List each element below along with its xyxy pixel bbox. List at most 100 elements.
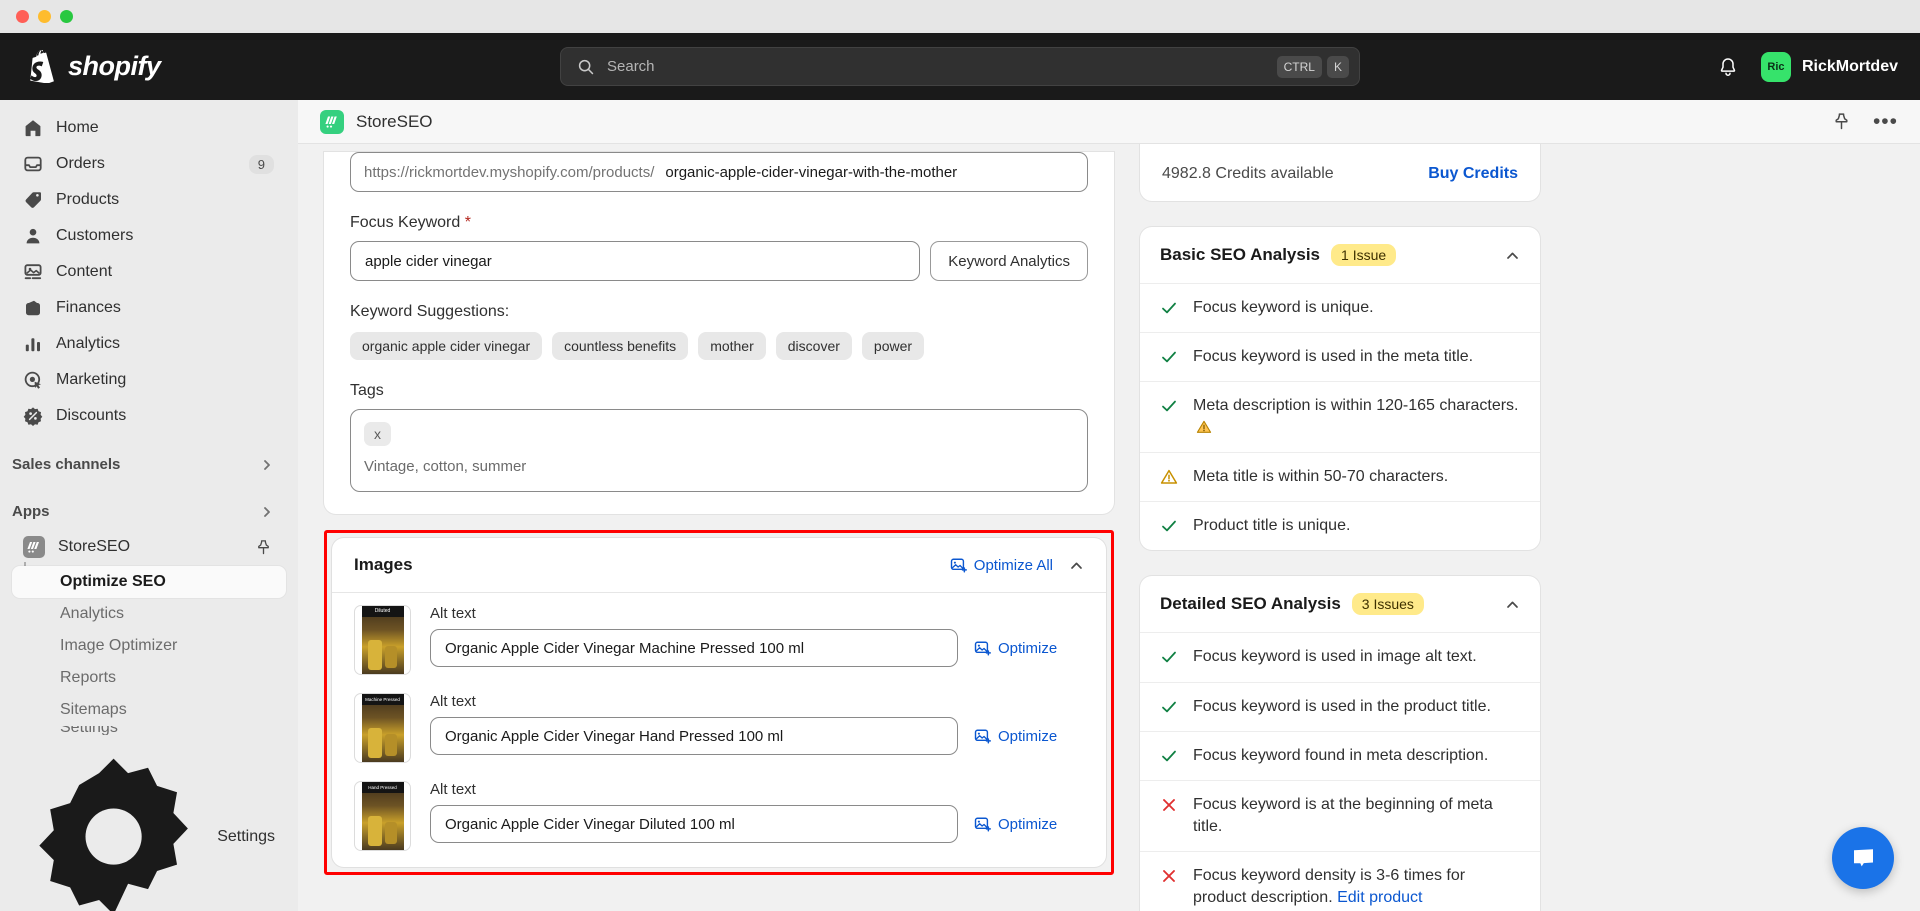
sidebar-item-products[interactable]: Products bbox=[12, 183, 286, 217]
close-window-button[interactable] bbox=[16, 10, 29, 23]
basic-seo-header[interactable]: Basic SEO Analysis 1 Issue bbox=[1140, 227, 1540, 283]
optimize-all-button[interactable]: Optimize All bbox=[950, 557, 1053, 574]
sidebar-item-finances[interactable]: Finances bbox=[12, 291, 286, 325]
sidebar-item-sitemaps[interactable]: Sitemaps bbox=[12, 694, 286, 726]
alt-text-input[interactable] bbox=[430, 805, 958, 843]
sidebar-item-customers[interactable]: Customers bbox=[12, 219, 286, 253]
alt-text-row: Optimize bbox=[430, 805, 1084, 843]
sidebar-item-discounts[interactable]: Discounts bbox=[12, 399, 286, 433]
sidebar-item-settings[interactable]: Settings bbox=[12, 739, 286, 911]
optimize-image-button[interactable]: Optimize bbox=[974, 728, 1084, 745]
seo-check-text: Focus keyword is used in the meta title. bbox=[1193, 348, 1474, 366]
alt-text-block: Alt text bbox=[430, 693, 1084, 755]
url-handle-value: organic-apple-cider-vinegar-with-the-mot… bbox=[665, 163, 958, 181]
maximize-window-button[interactable] bbox=[60, 10, 73, 23]
check-icon bbox=[1162, 701, 1176, 712]
sidebar-item-analytics[interactable]: Analytics bbox=[12, 327, 286, 361]
chevron-up-icon[interactable] bbox=[1505, 248, 1520, 263]
seo-check-text-value: Focus keyword density is 3-6 times for p… bbox=[1193, 866, 1466, 906]
image-thumbnail[interactable]: Machine Pressed bbox=[354, 693, 411, 763]
sidebar-item-reports[interactable]: Reports bbox=[12, 662, 286, 694]
image-thumbnail[interactable]: Diluted bbox=[354, 605, 411, 675]
sidebar-item-content[interactable]: Content bbox=[12, 255, 286, 289]
seo-check-text: Meta title is within 50-70 characters. bbox=[1193, 468, 1449, 486]
focus-keyword-input[interactable] bbox=[350, 241, 921, 281]
sidebar-item-optimize-seo[interactable]: Optimize SEO bbox=[12, 566, 286, 598]
product-url-field[interactable]: https://rickmortdev.myshopify.com/produc… bbox=[350, 152, 1088, 192]
alt-text-input[interactable] bbox=[430, 717, 958, 755]
keyword-suggestion-chip[interactable]: organic apple cider vinegar bbox=[350, 332, 543, 360]
image-thumbnail[interactable]: Hand Pressed bbox=[354, 781, 411, 851]
sidebar-item-marketing[interactable]: Marketing bbox=[12, 363, 286, 397]
buy-credits-link[interactable]: Buy Credits bbox=[1428, 165, 1518, 183]
finances-icon bbox=[26, 300, 40, 316]
alt-text-input[interactable] bbox=[430, 629, 958, 667]
pin-icon[interactable] bbox=[1832, 112, 1851, 131]
global-search-bar[interactable]: Search CTRL K bbox=[560, 47, 1360, 86]
image-row: Diluted Alt text Organic Apple Cider Vin… bbox=[332, 593, 1106, 681]
optimize-all-label: Optimize All bbox=[973, 556, 1053, 574]
seo-check-text: Focus keyword found in meta description. bbox=[1193, 746, 1489, 764]
keyword-suggestion-chip[interactable]: power bbox=[861, 332, 925, 360]
sidebar-item-label: Products bbox=[56, 191, 120, 208]
seo-check-text: Focus keyword density is 3-6 times for p… bbox=[1193, 865, 1520, 909]
user-menu-button[interactable]: Ric RickMortdev bbox=[1760, 51, 1898, 82]
focus-keyword-row: Keyword Analytics bbox=[350, 241, 1088, 281]
remove-tag-button[interactable]: x bbox=[364, 422, 391, 446]
sidebar-item-storeseo[interactable]: StoreSEO bbox=[12, 529, 286, 565]
topbar-right-controls: Ric RickMortdev bbox=[1717, 51, 1898, 82]
sidebar-item-home[interactable]: Home bbox=[12, 111, 286, 145]
global-topbar: shopify Search CTRL K Ric RickMortdev bbox=[0, 33, 1920, 100]
seo-check-text-value: Meta description is within 120-165 chara… bbox=[1193, 397, 1519, 415]
seo-check-text: Focus keyword is used in the product tit… bbox=[1193, 697, 1491, 715]
customers-icon bbox=[26, 228, 40, 244]
right-column: 4982.8 Credits available Buy Credits Bas… bbox=[1140, 144, 1540, 911]
images-header-actions: Optimize All bbox=[950, 557, 1084, 574]
optimize-label: Optimize bbox=[998, 639, 1058, 657]
edit-product-link[interactable]: Edit product bbox=[1337, 889, 1422, 906]
sidebar-group-sales-channels[interactable]: Sales channels bbox=[0, 448, 298, 481]
chevron-up-icon[interactable] bbox=[1505, 597, 1520, 612]
chat-support-button[interactable] bbox=[1832, 827, 1894, 889]
bell-icon[interactable] bbox=[1717, 56, 1739, 78]
shopify-brand[interactable]: shopify bbox=[0, 50, 300, 83]
check-icon bbox=[1162, 400, 1176, 412]
keyword-suggestion-chip[interactable]: mother bbox=[698, 332, 766, 360]
cross-icon bbox=[1163, 869, 1175, 882]
sidebar-group-label: Apps bbox=[12, 503, 50, 520]
sidebar-item-app-settings[interactable]: Settings bbox=[12, 726, 286, 735]
search-icon bbox=[578, 59, 594, 74]
alt-text-row: Optimize bbox=[430, 629, 1084, 667]
basic-seo-analysis-card: Basic SEO Analysis 1 Issue Focus keyword… bbox=[1140, 227, 1540, 551]
chevron-up-icon[interactable] bbox=[1069, 558, 1084, 573]
basic-seo-issue-badge: 1 Issue bbox=[1331, 244, 1397, 266]
alt-text-label: Alt text bbox=[430, 781, 476, 798]
sidebar-group-apps[interactable]: Apps bbox=[0, 495, 298, 528]
seo-check-item: Focus keyword is at the beginning of met… bbox=[1140, 779, 1540, 851]
keyword-suggestion-chip[interactable]: countless benefits bbox=[552, 332, 689, 360]
more-dots-icon[interactable]: ••• bbox=[1873, 111, 1898, 132]
keyword-analytics-button[interactable]: Keyword Analytics bbox=[930, 241, 1088, 281]
page-scroll-region[interactable]: https://rickmortdev.myshopify.com/produc… bbox=[298, 144, 1920, 911]
thumbnail-badge: Machine Pressed bbox=[361, 694, 404, 705]
minimize-window-button[interactable] bbox=[38, 10, 51, 23]
keyword-suggestion-chip[interactable]: discover bbox=[775, 332, 852, 360]
sidebar-item-orders[interactable]: Orders 9 bbox=[12, 147, 286, 181]
marketing-target-icon bbox=[24, 371, 41, 389]
detailed-seo-header[interactable]: Detailed SEO Analysis 3 Issues bbox=[1140, 576, 1540, 632]
seo-check-item: Focus keyword is unique. bbox=[1140, 283, 1540, 332]
seo-check-text: Meta description is within 120-165 chara… bbox=[1193, 395, 1520, 439]
optimize-image-button[interactable]: Optimize bbox=[974, 816, 1084, 833]
pin-icon[interactable] bbox=[255, 539, 272, 556]
tags-input-box[interactable]: x Vintage, cotton, summer bbox=[350, 409, 1088, 492]
sidebar-item-image-optimizer[interactable]: Image Optimizer bbox=[12, 630, 286, 662]
sidebar-subitem-label: Settings bbox=[60, 726, 118, 735]
images-title: Images bbox=[354, 555, 413, 574]
content-icon bbox=[24, 264, 42, 280]
optimize-image-button[interactable]: Optimize bbox=[974, 640, 1084, 657]
products-tag-icon bbox=[25, 192, 41, 208]
sidebar-item-analytics-app[interactable]: Analytics bbox=[12, 598, 286, 630]
seo-check-item: Meta title is within 50-70 characters. bbox=[1140, 452, 1540, 501]
check-icon bbox=[1162, 302, 1176, 314]
sidebar-subitem-label: Image Optimizer bbox=[60, 637, 178, 654]
